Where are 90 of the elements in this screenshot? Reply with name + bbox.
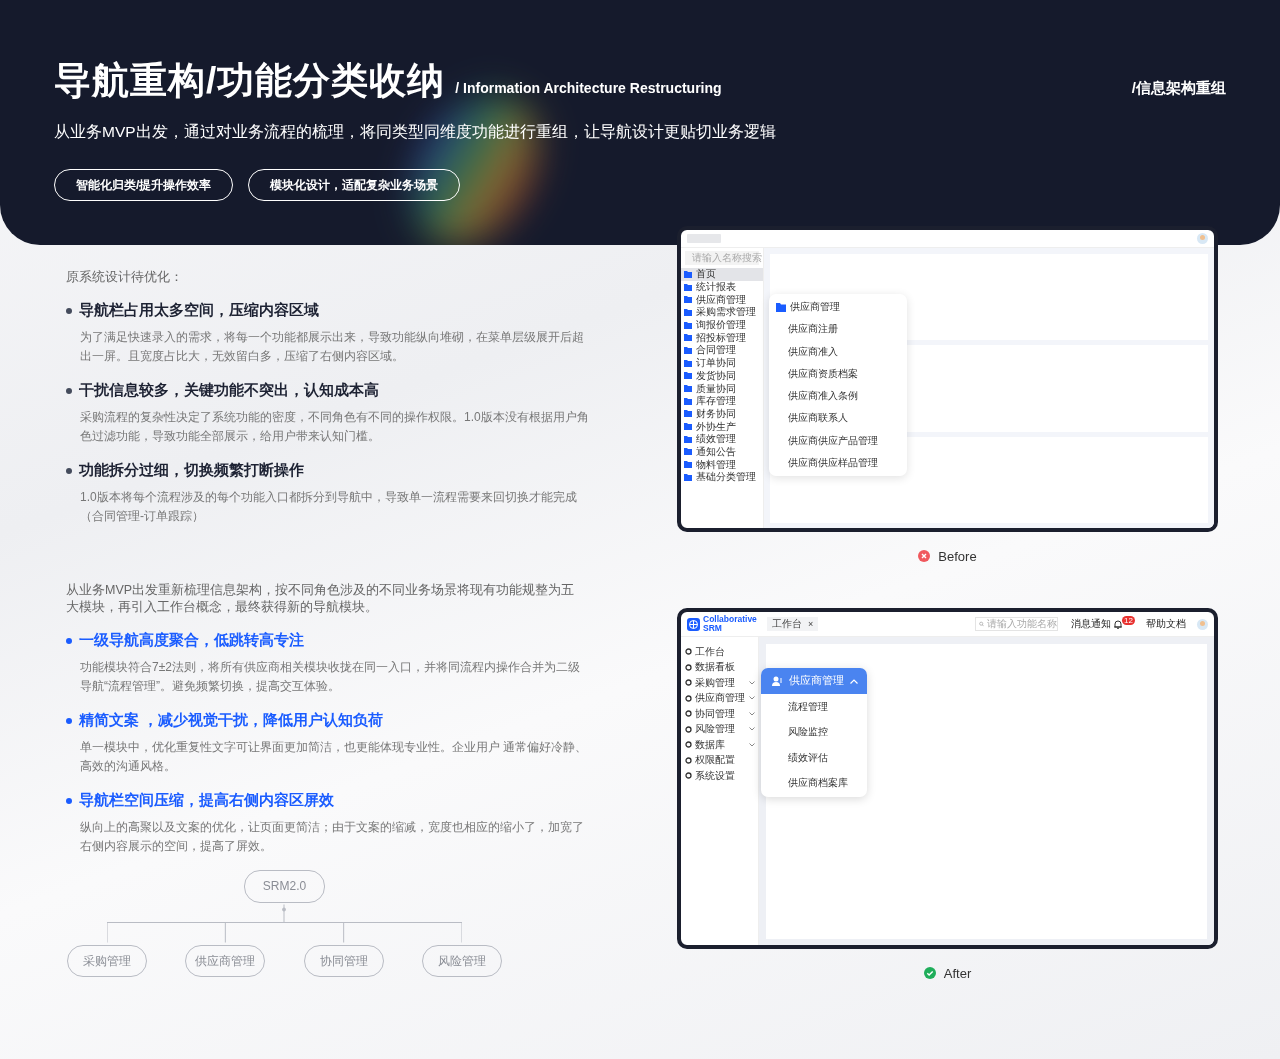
nav-item[interactable]: 权限配置 — [681, 752, 758, 768]
point-heading: 精简文案 ，减少视觉干扰，降低用户认知负荷 — [79, 711, 384, 730]
nav-item[interactable]: 供应商管理 — [681, 690, 758, 706]
app-logo: Collaborative SRM — [703, 615, 758, 633]
nav-item[interactable]: 通知公告 — [681, 445, 763, 459]
nav-item[interactable]: 风险管理 — [681, 721, 758, 737]
nav-item[interactable]: 绩效管理 — [681, 432, 763, 446]
bullet-dot — [66, 387, 72, 394]
bullet-dot — [66, 797, 72, 804]
circle-icon — [685, 663, 692, 671]
menu-item[interactable]: 供应商联系人 — [769, 407, 907, 430]
nav-item[interactable]: 物料管理 — [681, 458, 763, 471]
menu-item[interactable]: 供应商供应样品管理 — [769, 452, 907, 475]
point-text: 采购流程的复杂性决定了系统功能的密度，不同角色有不同的操作权限。1.0版本没有根据用户角色过滤功能，导致功能全部展示，给用户带来认知门槛。 — [80, 409, 590, 445]
point-text: 功能模块符合7±2法则，将所有供应商相关模块收拢在同一入口，并将同流程内操作合并为二级导航“流程管理”。避免频繁切换，提高交互体验。 — [80, 659, 581, 695]
circle-icon — [685, 725, 692, 733]
menu-item[interactable]: 风险监控 — [761, 719, 867, 745]
search-icon — [979, 620, 985, 628]
page-tab[interactable]: 工作台 × — [767, 617, 819, 631]
menu-item[interactable]: 供应商档案库 — [761, 769, 867, 796]
nav-item[interactable]: 财务协同 — [681, 407, 763, 421]
menu-item[interactable]: 供应商准入 — [769, 340, 907, 363]
page-subtitle: / Information Architecture Restructuring — [455, 80, 722, 96]
point-heading: 导航栏占用太多空间，压缩内容区域 — [79, 301, 319, 320]
circle-icon — [685, 694, 692, 702]
menu-header[interactable]: 供应商管理 — [761, 668, 867, 694]
bullet-dot — [66, 307, 72, 314]
menu-item[interactable]: 供应商资质档案 — [769, 362, 907, 386]
menu-item[interactable]: 供应商注册 — [769, 318, 907, 341]
nav-item[interactable]: 数据看板 — [681, 659, 758, 675]
point-text: 1.0版本将每个流程涉及的每个功能入口都拆分到导航中，导致单一流程需要来回切换才能完成（合同管理-订单跟踪） — [80, 489, 578, 525]
nav-item[interactable]: 工作台 — [681, 644, 758, 660]
bullet-dot — [66, 717, 72, 724]
nav-item[interactable]: 采购需求管理 — [681, 306, 763, 319]
caption-label: After — [943, 965, 972, 981]
notification-badge: 12 — [1122, 615, 1135, 625]
nav-item[interactable]: 库存管理 — [681, 394, 763, 408]
point-heading: 干扰信息较多，关键功能不突出，认知成本高 — [79, 381, 379, 400]
point-heading: 一级导航高度聚合，低跳转高专注 — [79, 631, 304, 650]
folder-icon — [776, 302, 786, 312]
menu-item[interactable]: 流程管理 — [761, 694, 867, 720]
notifications-link[interactable]: 消息通知 — [1071, 617, 1112, 631]
circle-icon — [685, 648, 692, 656]
tree-node: SRM2.0 — [244, 870, 325, 903]
menu-item[interactable]: 绩效评估 — [761, 744, 867, 770]
circle-icon — [685, 756, 692, 764]
nav-item[interactable]: 基础分类管理 — [681, 471, 763, 484]
circle-icon — [685, 772, 692, 780]
nav-item[interactable]: 首页 — [681, 268, 763, 281]
point-text: 单一模块中，优化重复性文字可让界面更加简洁，也更能体现专业性。企业用户 通常偏好冷静、高效的沟通风格。 — [80, 739, 589, 775]
menu-header[interactable]: 供应商管理 — [769, 296, 907, 319]
nav-item[interactable]: 发货协同 — [681, 369, 763, 383]
help-link[interactable]: 帮助文档 — [1146, 617, 1186, 631]
point-text: 纵向上的高聚以及文案的优化，让页面更简洁；由于文案的缩减，宽度也相应的缩小了，加宽了右侧内容展示的空间，提高了屏效。 — [80, 819, 585, 855]
menu-item[interactable]: 供应商供应产品管理 — [769, 429, 907, 453]
menu-item[interactable]: 供应商准入条例 — [769, 385, 907, 408]
nav-item[interactable]: 数据库 — [681, 737, 758, 753]
nav-item[interactable]: 质量协同 — [681, 382, 763, 395]
section-tag: /信息架构重组 — [1131, 79, 1226, 98]
nav-item[interactable]: 采购管理 — [681, 675, 758, 691]
circle-icon — [685, 679, 692, 687]
caption-label: Before — [938, 548, 977, 564]
nav-item[interactable]: 合同管理 — [681, 344, 763, 357]
avatar-icon — [1197, 233, 1208, 244]
section-intro: 从业务MVP出发重新梳理信息架构，按不同角色涉及的不同业务场景将现有功能规整为五大模块，再引入工作台概念，最终获得新的导航模块。 — [66, 582, 576, 616]
nav-item[interactable]: 招投标管理 — [681, 331, 763, 345]
page-title: 导航重构/功能分类收纳 — [54, 59, 446, 103]
user-icon — [772, 676, 783, 686]
error-icon — [918, 550, 931, 562]
bullet-dot — [66, 637, 72, 644]
nav-item[interactable]: 外协生产 — [681, 420, 763, 433]
nav-item[interactable]: 协同管理 — [681, 706, 758, 722]
circle-icon — [685, 741, 692, 749]
logo-placeholder — [687, 234, 721, 243]
hero-description: 从业务MVP出发，通过对业务流程的梳理，将同类型同维度功能进行重组，让导航设计更贴切业务逻辑 — [54, 122, 777, 142]
bullet-dot — [66, 467, 72, 474]
chevron-up-icon — [850, 678, 858, 684]
check-icon — [923, 967, 936, 979]
nav-item[interactable]: 统计报表 — [681, 280, 763, 294]
section-intro: 原系统设计待优化： — [66, 269, 184, 286]
nav-item[interactable]: 询报价管理 — [681, 318, 763, 332]
circle-icon — [685, 710, 692, 718]
nav-item[interactable]: 订单协同 — [681, 356, 763, 370]
point-heading: 功能拆分过细，切换频繁打断操作 — [79, 461, 304, 480]
point-text: 为了满足快速录入的需求，将每一个功能都展示出来，导致功能纵向堆砌，在菜单层级展开后超出一屏。且宽度占比大，无效留白多，压缩了右侧内容区域。 — [80, 329, 585, 365]
bell-icon[interactable] — [1114, 619, 1123, 629]
nav-item[interactable]: 供应商管理 — [681, 293, 763, 307]
point-heading: 导航栏空间压缩，提高右侧内容区屏效 — [79, 791, 334, 810]
globe-icon — [687, 617, 700, 631]
nav-item[interactable]: 系统设置 — [681, 768, 758, 784]
